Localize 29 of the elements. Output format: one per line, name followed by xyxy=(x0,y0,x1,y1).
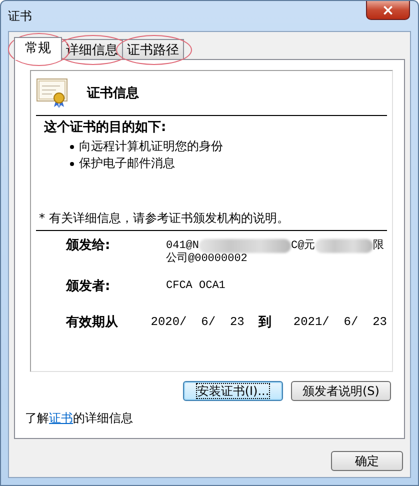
certificate-icon xyxy=(36,78,70,108)
note-text: * 有关详细信息，请参考证书颁发机构的说明。 xyxy=(39,210,290,227)
date-value: 2021/ 6/ 23 xyxy=(293,315,387,329)
install-certificate-button[interactable]: 安装证书(I)... xyxy=(183,381,283,401)
issuer-statement-button[interactable]: 颁发者说明(S) xyxy=(291,381,391,401)
validity-label: 有效期从 xyxy=(66,314,119,331)
close-button[interactable]: × xyxy=(366,1,410,20)
tab[interactable]: 证书路径 xyxy=(122,39,184,59)
bullet-icon xyxy=(70,144,74,148)
purpose-item: 向远程计算机证明您的身份 xyxy=(79,138,223,155)
field-value: 限 xyxy=(373,240,384,252)
ok-button[interactable]: 确定 xyxy=(331,451,403,471)
tab[interactable]: 常规 xyxy=(14,37,62,60)
field-value: 公司@00000002 xyxy=(166,253,248,265)
field-value: C@元 xyxy=(291,240,316,252)
validity-label: 到 xyxy=(258,314,272,331)
blurred-region xyxy=(315,239,374,253)
window-title: 证书 xyxy=(8,8,32,24)
field-value: CFCA OCA1 xyxy=(166,280,226,293)
field-label: 颁发者: xyxy=(66,280,112,293)
info-text: 了解证书的详细信息 xyxy=(25,410,134,427)
date-value: 2020/ 6/ 23 xyxy=(150,315,244,329)
section-heading: 证书信息 xyxy=(87,85,139,102)
certificate-link[interactable]: 证书 xyxy=(49,411,73,425)
purpose-title: 这个证书的目的如下: xyxy=(44,118,168,136)
field-value: 041@N xyxy=(166,240,200,252)
field-label: 颁发给: xyxy=(66,239,112,255)
bullet-icon xyxy=(70,162,74,166)
purpose-item: 保护电子邮件消息 xyxy=(79,155,175,172)
